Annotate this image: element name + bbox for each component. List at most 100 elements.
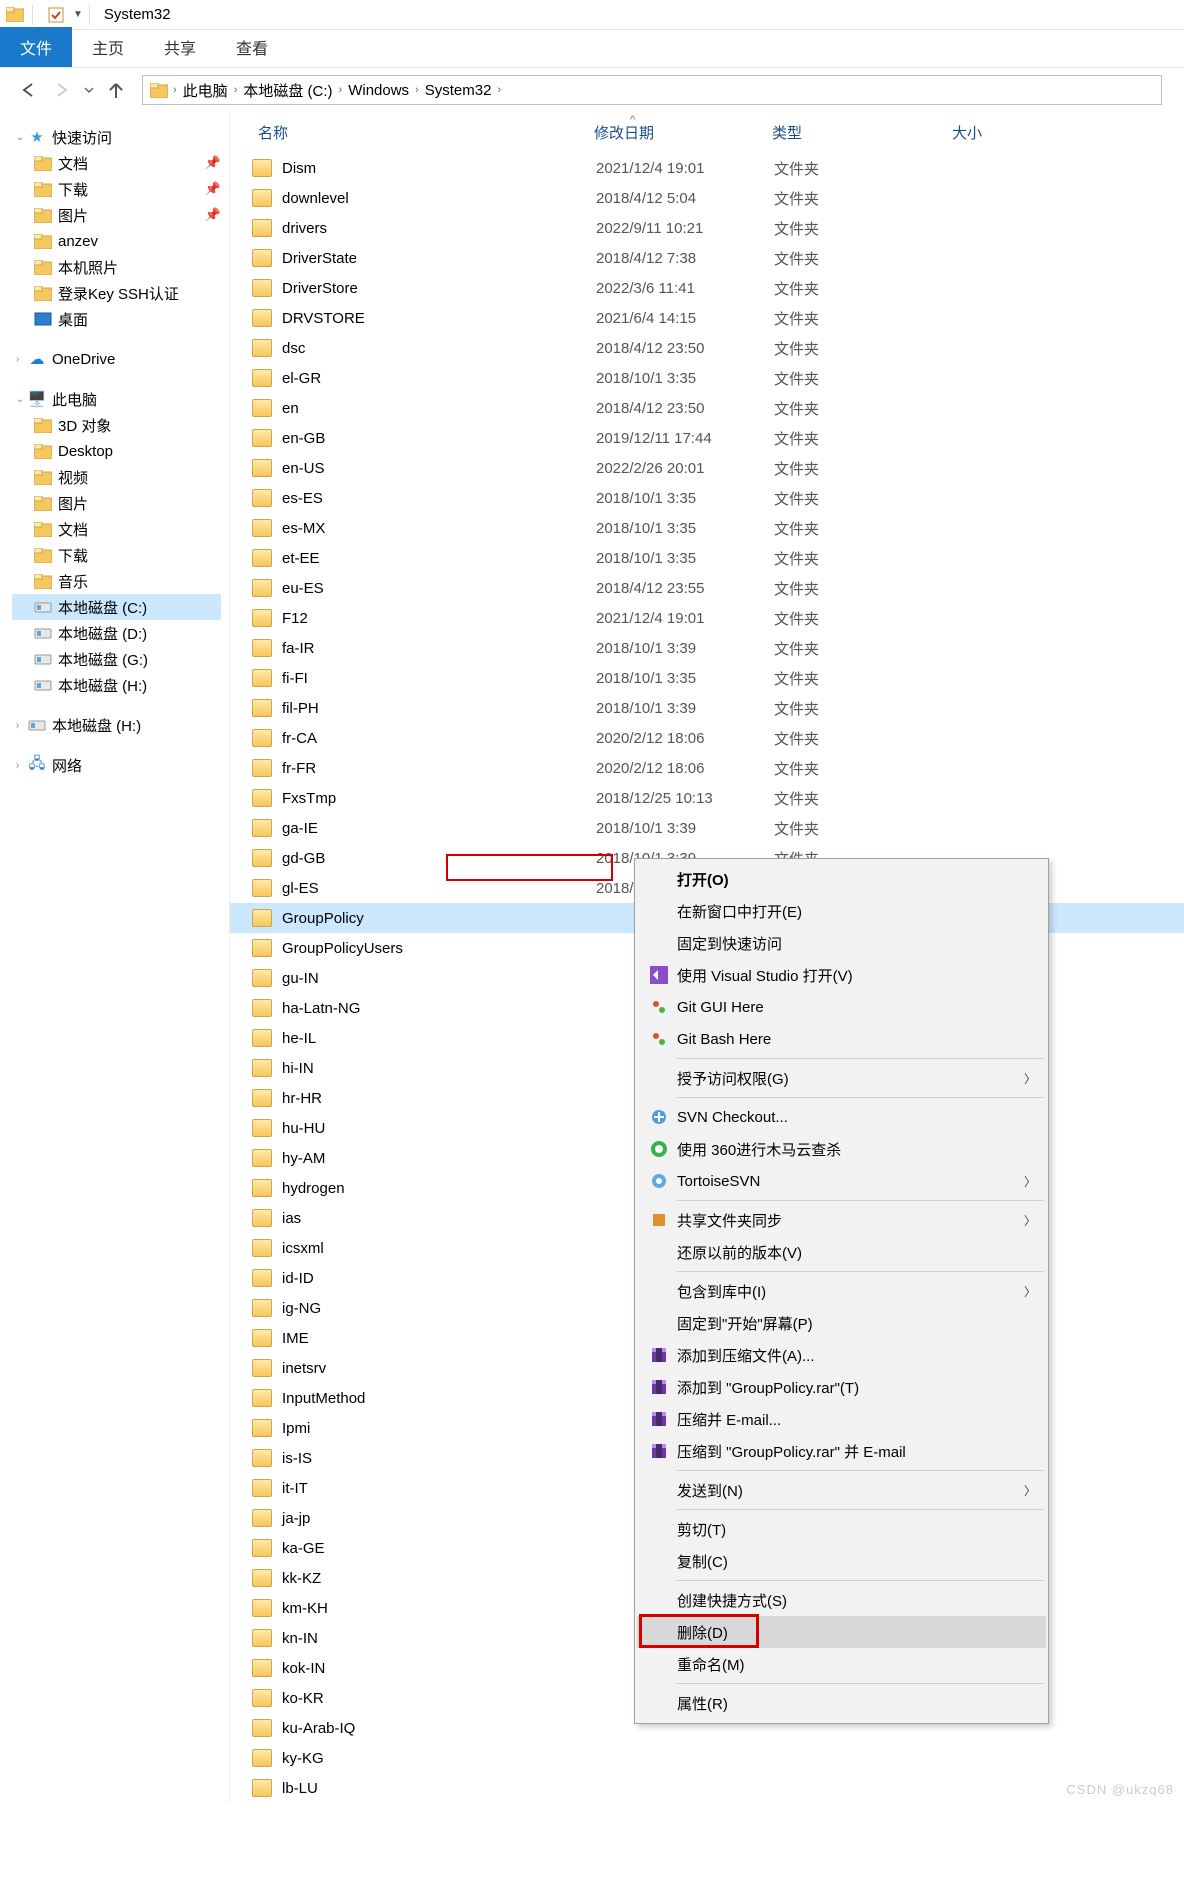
table-row[interactable]: DriverStore2022/3/6 11:41文件夹 [230,273,1184,303]
chevron-right-icon[interactable]: › [171,84,179,96]
table-row[interactable]: eu-ES2018/4/12 23:55文件夹 [230,573,1184,603]
sidebar-item[interactable]: 下载📌 [12,176,221,202]
back-button[interactable] [14,76,42,104]
menu-item[interactable]: 压缩到 "GroupPolicy.rar" 并 E-mail [637,1435,1046,1467]
up-button[interactable] [102,76,130,104]
menu-item[interactable]: 删除(D) [637,1616,1046,1648]
col-header-name[interactable]: 名称 [258,122,594,143]
properties-icon[interactable] [45,4,67,26]
crumb-1[interactable]: 本地磁盘 (C:) [239,80,336,101]
table-row[interactable]: fil-PH2018/10/1 3:39文件夹 [230,693,1184,723]
menu-item[interactable]: 添加到 "GroupPolicy.rar"(T) [637,1371,1046,1403]
menu-item[interactable]: 压缩并 E-mail... [637,1403,1046,1435]
table-row[interactable]: drivers2022/9/11 10:21文件夹 [230,213,1184,243]
menu-item[interactable]: 共享文件夹同步〉 [637,1204,1046,1236]
table-row[interactable]: en-GB2019/12/11 17:44文件夹 [230,423,1184,453]
sidebar-item[interactable]: 文档 [12,516,221,542]
crumb-2[interactable]: Windows [344,82,413,99]
chevron-right-icon[interactable]: › [495,84,503,96]
ribbon-tab-1[interactable]: 主页 [72,27,144,67]
table-row[interactable]: Dism2021/12/4 19:01文件夹 [230,153,1184,183]
menu-item[interactable]: 授予访问权限(G)〉 [637,1062,1046,1094]
table-row[interactable]: fa-IR2018/10/1 3:39文件夹 [230,633,1184,663]
chevron-right-icon[interactable]: › [232,84,240,96]
breadcrumb[interactable]: › 此电脑›本地磁盘 (C:)›Windows›System32› [142,75,1162,105]
table-row[interactable]: downlevel2018/4/12 5:04文件夹 [230,183,1184,213]
chevron-right-icon[interactable]: › [337,84,345,96]
menu-item-label: 在新窗口中打开(E) [677,901,802,922]
table-row[interactable]: es-ES2018/10/1 3:35文件夹 [230,483,1184,513]
menu-item[interactable]: 固定到快速访问 [637,927,1046,959]
sidebar-item[interactable]: 本地磁盘 (H:) [12,672,221,698]
sidebar-item[interactable]: 文档📌 [12,150,221,176]
menu-item[interactable]: 使用 Visual Studio 打开(V) [637,959,1046,991]
sidebar-item[interactable]: 本地磁盘 (G:) [12,646,221,672]
table-row[interactable]: DRVSTORE2021/6/4 14:15文件夹 [230,303,1184,333]
file-name-cell: dsc [282,340,596,357]
sidebar-item[interactable]: 图片 [12,490,221,516]
sidebar-item[interactable]: 音乐 [12,568,221,594]
table-row[interactable]: DriverState2018/4/12 7:38文件夹 [230,243,1184,273]
menu-item[interactable]: Git GUI Here [637,991,1046,1023]
file-date-cell: 2018/4/12 7:38 [596,250,774,267]
crumb-0[interactable]: 此电脑 [179,80,232,101]
table-row[interactable]: dsc2018/4/12 23:50文件夹 [230,333,1184,363]
sidebar-item[interactable]: 桌面 [12,306,221,332]
crumb-3[interactable]: System32 [421,82,496,99]
col-header-date[interactable]: 修改日期 [594,122,772,143]
ribbon-tab-3[interactable]: 查看 [216,27,288,67]
table-row[interactable]: el-GR2018/10/1 3:35文件夹 [230,363,1184,393]
menu-item[interactable]: TortoiseSVN〉 [637,1165,1046,1197]
col-header-size[interactable]: 大小 [952,122,982,143]
menu-item[interactable]: 发送到(N)〉 [637,1474,1046,1506]
menu-item[interactable]: 创建快捷方式(S) [637,1584,1046,1616]
table-row[interactable]: fi-FI2018/10/1 3:35文件夹 [230,663,1184,693]
menu-item[interactable]: Git Bash Here [637,1023,1046,1055]
sidebar-quick-access[interactable]: ⌄★快速访问 [12,124,221,150]
col-header-type[interactable]: 类型 [772,122,952,143]
menu-item[interactable]: 剪切(T) [637,1513,1046,1545]
table-row[interactable]: FxsTmp2018/12/25 10:13文件夹 [230,783,1184,813]
sidebar-item[interactable]: 图片📌 [12,202,221,228]
menu-item[interactable]: 使用 360进行木马云查杀 [637,1133,1046,1165]
qat-dropdown-icon[interactable]: ▼ [73,9,83,20]
sidebar-network[interactable]: ›🖧网络 [12,752,221,778]
table-row[interactable]: en-US2022/2/26 20:01文件夹 [230,453,1184,483]
table-row[interactable]: ky-KG [230,1743,1184,1773]
sidebar-item[interactable]: 本地磁盘 (D:) [12,620,221,646]
table-row[interactable]: ga-IE2018/10/1 3:39文件夹 [230,813,1184,843]
menu-item[interactable]: 复制(C) [637,1545,1046,1577]
menu-item[interactable]: 属性(R) [637,1687,1046,1719]
menu-item[interactable]: SVN Checkout... [637,1101,1046,1133]
menu-item[interactable]: 在新窗口中打开(E) [637,895,1046,927]
menu-item[interactable]: 重命名(M) [637,1648,1046,1680]
menu-item[interactable]: 打开(O) [637,863,1046,895]
chevron-right-icon[interactable]: › [413,84,421,96]
sidebar-onedrive[interactable]: ›☁OneDrive [12,346,221,372]
sidebar-item[interactable]: 本机照片 [12,254,221,280]
sidebar-item[interactable]: 视频 [12,464,221,490]
table-row[interactable]: es-MX2018/10/1 3:35文件夹 [230,513,1184,543]
recent-dropdown-icon[interactable] [82,76,96,104]
table-row[interactable]: fr-CA2020/2/12 18:06文件夹 [230,723,1184,753]
sidebar-item[interactable]: 下载 [12,542,221,568]
menu-item[interactable]: 还原以前的版本(V) [637,1236,1046,1268]
table-row[interactable]: en2018/4/12 23:50文件夹 [230,393,1184,423]
menu-item[interactable]: 包含到库中(I)〉 [637,1275,1046,1307]
sidebar-item[interactable]: 登录Key SSH认证 [12,280,221,306]
sidebar-item[interactable]: 3D 对象 [12,412,221,438]
sidebar-drive-h[interactable]: ›本地磁盘 (H:) [12,712,221,738]
sidebar-item[interactable]: Desktop [12,438,221,464]
sidebar-item[interactable]: anzev [12,228,221,254]
sidebar-item[interactable]: 本地磁盘 (C:) [12,594,221,620]
ribbon-tab-2[interactable]: 共享 [144,27,216,67]
menu-item[interactable]: 添加到压缩文件(A)... [637,1339,1046,1371]
table-row[interactable]: fr-FR2020/2/12 18:06文件夹 [230,753,1184,783]
table-row[interactable]: et-EE2018/10/1 3:35文件夹 [230,543,1184,573]
file-name-cell: drivers [282,220,596,237]
table-row[interactable]: lb-LU [230,1773,1184,1803]
menu-item[interactable]: 固定到"开始"屏幕(P) [637,1307,1046,1339]
sidebar-this-pc[interactable]: ⌄🖥️此电脑 [12,386,221,412]
table-row[interactable]: F122021/12/4 19:01文件夹 [230,603,1184,633]
ribbon-tab-0[interactable]: 文件 [0,27,72,67]
